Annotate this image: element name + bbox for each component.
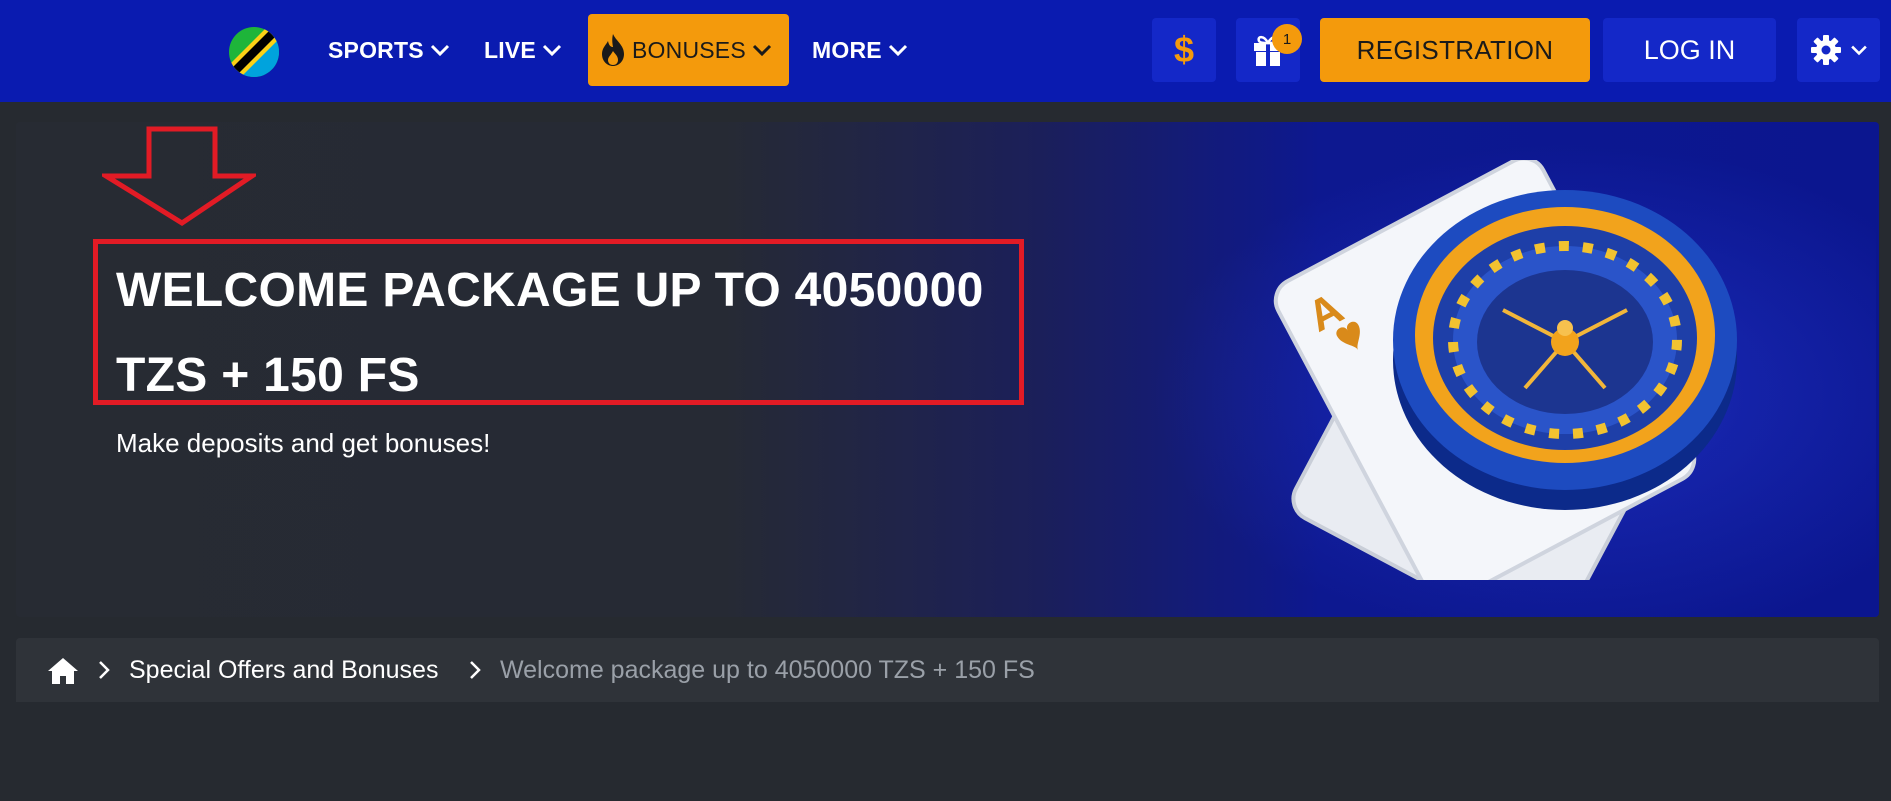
nav-bonuses-label: BONUSES <box>632 36 746 63</box>
tanzania-flag-logo[interactable] <box>229 27 279 77</box>
chevron-right-icon <box>470 661 481 679</box>
nav-sports[interactable]: SPORTS <box>328 14 450 86</box>
nav-more-label: MORE <box>812 36 882 63</box>
gift-count-badge: 1 <box>1272 24 1302 54</box>
nav-live[interactable]: LIVE <box>484 14 562 86</box>
dollar-icon: $ <box>1173 29 1195 70</box>
breadcrumb-current: Welcome package up to 4050000 TZS + 150 … <box>500 656 1035 684</box>
chevron-down-icon <box>542 44 561 57</box>
home-icon[interactable] <box>46 656 80 686</box>
deposit-button[interactable]: $ <box>1152 18 1216 82</box>
chevron-down-icon <box>888 44 907 57</box>
chevron-down-icon <box>430 44 449 57</box>
chevron-down-icon <box>1850 45 1867 56</box>
nav-more[interactable]: MORE <box>812 14 908 86</box>
login-button[interactable]: LOG IN <box>1603 18 1776 82</box>
chevron-right-icon <box>99 661 110 679</box>
nav-live-label: LIVE <box>484 36 536 63</box>
gift-button[interactable]: 1 <box>1236 18 1302 82</box>
top-header: SPORTS LIVE BONUSES MORE $ 1 REGISTRATIO… <box>0 0 1891 102</box>
arrow-down-icon <box>102 126 256 226</box>
breadcrumb: Special Offers and Bonuses Welcome packa… <box>16 638 1879 702</box>
settings-button[interactable] <box>1797 18 1880 82</box>
gear-icon <box>1810 35 1841 65</box>
banner-title: WELCOME PACKAGE UP TO 4050000 TZS + 150 … <box>116 264 984 402</box>
nav-sports-label: SPORTS <box>328 36 424 63</box>
flame-icon <box>602 34 624 66</box>
banner-subtitle: Make deposits and get bonuses! <box>116 428 491 458</box>
breadcrumb-link-special-offers[interactable]: Special Offers and Bonuses <box>129 656 438 685</box>
nav-bonuses[interactable]: BONUSES <box>588 14 789 86</box>
registration-button[interactable]: REGISTRATION <box>1320 18 1590 82</box>
chevron-down-icon <box>752 44 771 57</box>
roulette-cards-illustration: A <box>1273 160 1737 580</box>
